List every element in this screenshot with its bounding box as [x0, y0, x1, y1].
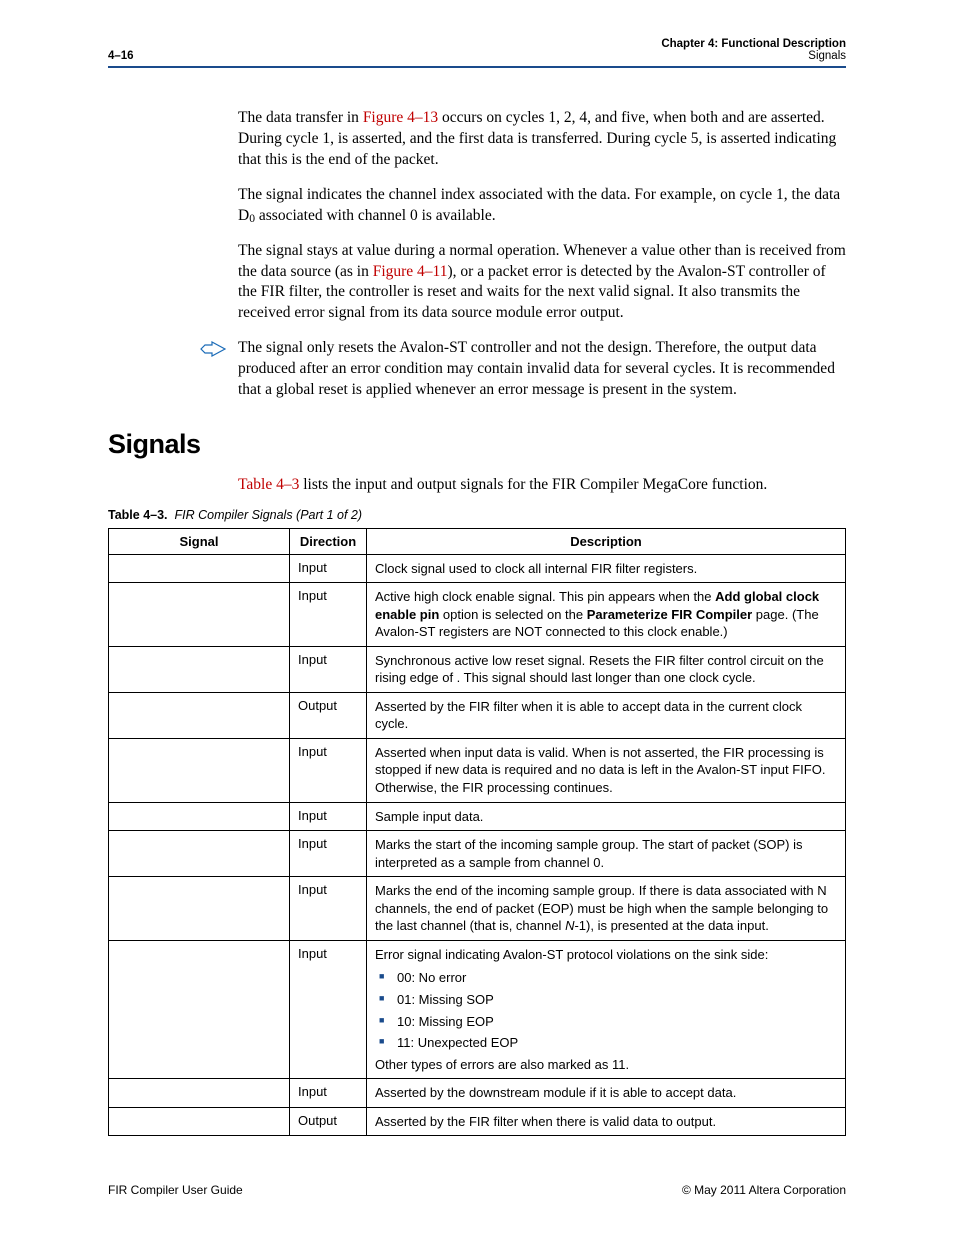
signal-cell	[109, 738, 290, 802]
signal-cell	[109, 646, 290, 692]
description-cell: Clock signal used to clock all internal …	[367, 554, 846, 583]
paragraph-2: The signal indicates the channel index a…	[238, 185, 846, 227]
direction-cell: Output	[290, 692, 367, 738]
description-cell: Marks the end of the incoming sample gro…	[367, 877, 846, 941]
figure-ref-411[interactable]: Figure 4–11	[373, 263, 448, 280]
table-caption: Table 4–3. FIR Compiler Signals (Part 1 …	[108, 508, 846, 522]
list-item: 11: Unexpected EOP	[375, 1034, 837, 1052]
table-row: OutputAsserted by the FIR filter when th…	[109, 1107, 846, 1136]
description-cell: Asserted when input data is valid. When …	[367, 738, 846, 802]
col-description: Description	[367, 528, 846, 554]
description-cell: Sample input data.	[367, 802, 846, 831]
signals-table: Signal Direction Description InputClock …	[108, 528, 846, 1137]
note-hand-icon	[200, 340, 226, 358]
page-header: 4–16 Chapter 4: Functional Description S…	[108, 38, 846, 68]
list-item: 01: Missing SOP	[375, 991, 837, 1009]
direction-cell: Output	[290, 1107, 367, 1136]
description-cell: Marks the start of the incoming sample g…	[367, 831, 846, 877]
direction-cell: Input	[290, 554, 367, 583]
signal-cell	[109, 692, 290, 738]
col-signal: Signal	[109, 528, 290, 554]
note-text: The signal only resets the Avalon-ST con…	[238, 338, 846, 401]
direction-cell: Input	[290, 802, 367, 831]
description-cell: Asserted by the FIR filter when there is…	[367, 1107, 846, 1136]
table-row: InputMarks the start of the incoming sam…	[109, 831, 846, 877]
chapter-title: Chapter 4: Functional Description	[661, 38, 846, 50]
table-row: InputClock signal used to clock all inte…	[109, 554, 846, 583]
direction-cell: Input	[290, 940, 367, 1078]
table-row: InputError signal indicating Avalon-ST p…	[109, 940, 846, 1078]
description-cell: Synchronous active low reset signal. Res…	[367, 646, 846, 692]
table-intro: Table 4–3 lists the input and output sig…	[238, 476, 846, 494]
signal-cell	[109, 802, 290, 831]
table-ref-43[interactable]: Table 4–3	[238, 476, 299, 493]
paragraph-3: The signal stays at value during a norma…	[238, 241, 846, 325]
table-row: OutputAsserted by the FIR filter when it…	[109, 692, 846, 738]
note-block: The signal only resets the Avalon-ST con…	[238, 338, 846, 401]
figure-ref-413[interactable]: Figure 4–13	[363, 109, 438, 126]
description-cell: Active high clock enable signal. This pi…	[367, 583, 846, 647]
direction-cell: Input	[290, 583, 367, 647]
signal-cell	[109, 877, 290, 941]
page-footer: FIR Compiler User Guide © May 2011 Alter…	[108, 1183, 846, 1197]
direction-cell: Input	[290, 738, 367, 802]
signal-cell	[109, 583, 290, 647]
direction-cell: Input	[290, 646, 367, 692]
table-row: InputMarks the end of the incoming sampl…	[109, 877, 846, 941]
signal-cell	[109, 831, 290, 877]
description-cell: Asserted by the downstream module if it …	[367, 1079, 846, 1108]
section-name: Signals	[661, 50, 846, 62]
table-row: InputAsserted by the downstream module i…	[109, 1079, 846, 1108]
direction-cell: Input	[290, 831, 367, 877]
paragraph-1: The data transfer in Figure 4–13 occurs …	[238, 108, 846, 171]
body-text-block: The data transfer in Figure 4–13 occurs …	[238, 108, 846, 324]
footer-left: FIR Compiler User Guide	[108, 1183, 243, 1197]
signal-cell	[109, 1107, 290, 1136]
signals-heading: Signals	[108, 429, 846, 460]
table-row: InputSample input data.	[109, 802, 846, 831]
list-item: 10: Missing EOP	[375, 1013, 837, 1031]
description-cell: Error signal indicating Avalon-ST protoc…	[367, 940, 846, 1078]
direction-cell: Input	[290, 1079, 367, 1108]
table-row: InputActive high clock enable signal. Th…	[109, 583, 846, 647]
signal-cell	[109, 940, 290, 1078]
direction-cell: Input	[290, 877, 367, 941]
page-number: 4–16	[108, 50, 134, 62]
footer-right: © May 2011 Altera Corporation	[682, 1183, 846, 1197]
list-item: 00: No error	[375, 969, 837, 987]
table-row: InputAsserted when input data is valid. …	[109, 738, 846, 802]
signal-cell	[109, 554, 290, 583]
signal-cell	[109, 1079, 290, 1108]
col-direction: Direction	[290, 528, 367, 554]
description-cell: Asserted by the FIR filter when it is ab…	[367, 692, 846, 738]
table-row: InputSynchronous active low reset signal…	[109, 646, 846, 692]
